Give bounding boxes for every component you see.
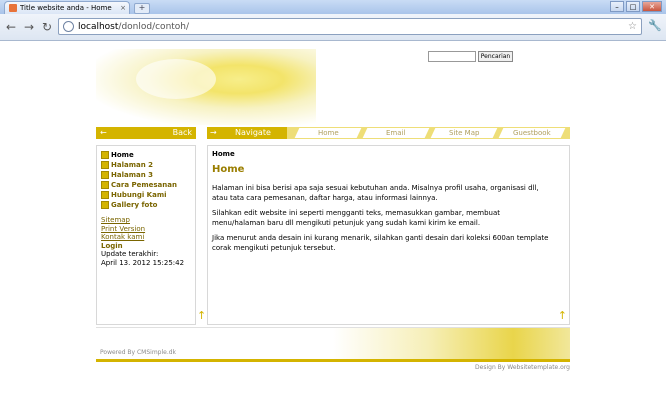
web-page: Pencarian ← Back → Navigate Home Email S… bbox=[96, 41, 570, 371]
url-text: localhost/donlod/contoh/ bbox=[78, 21, 190, 32]
search-input[interactable] bbox=[428, 51, 476, 62]
tab-close-icon[interactable]: × bbox=[120, 4, 126, 12]
forward-icon[interactable]: → bbox=[24, 20, 34, 34]
bookmark-star-icon[interactable]: ☆ bbox=[628, 21, 637, 32]
nav-link-email[interactable]: Email bbox=[362, 128, 430, 138]
breadcrumb: Home bbox=[212, 150, 235, 158]
nav-link-sitemap[interactable]: Site Map bbox=[430, 128, 498, 138]
sitemap-link[interactable]: Sitemap bbox=[101, 216, 184, 225]
scroll-top-icon[interactable]: ↑ bbox=[558, 309, 567, 322]
browser-toolbar: ← → ↻ localhost/donlod/contoh/ ☆ bbox=[0, 14, 666, 41]
nav-link-guestbook[interactable]: Guestbook bbox=[498, 128, 566, 138]
wrench-icon[interactable]: 🔧 bbox=[648, 19, 662, 32]
new-tab-button[interactable]: + bbox=[134, 3, 150, 14]
powered-by-text: Powered By CMSimple.dk bbox=[100, 349, 177, 356]
last-updated-label: Update terakhir: bbox=[101, 250, 159, 258]
menu-item-gallery-foto[interactable]: Gallery foto bbox=[101, 200, 177, 210]
menu-bullet-icon bbox=[101, 171, 109, 179]
menu-item-home[interactable]: Home bbox=[101, 150, 177, 160]
menu-item-halaman-3[interactable]: Halaman 3 bbox=[101, 170, 177, 180]
tab-title: Title website anda - Home bbox=[20, 4, 112, 12]
menu-item-halaman-2[interactable]: Halaman 2 bbox=[101, 160, 177, 170]
page-title: Home bbox=[212, 164, 245, 175]
back-label: Back bbox=[172, 128, 192, 137]
maximize-button[interactable]: □ bbox=[626, 1, 640, 12]
minimize-button[interactable]: – bbox=[610, 1, 624, 12]
menu-bullet-icon bbox=[101, 201, 109, 209]
navigate-label: Navigate bbox=[235, 128, 271, 137]
menu-bullet-icon bbox=[101, 161, 109, 169]
menu-item-hubungi-kami[interactable]: Hubungi Kami bbox=[101, 190, 177, 200]
favicon-icon bbox=[9, 4, 17, 12]
content-paragraph: Halaman ini bisa berisi apa saja sesuai … bbox=[212, 184, 539, 202]
content-paragraph: Silahkan edit website ini seperti mengga… bbox=[212, 209, 501, 227]
main-content: Home Home Halaman ini bisa berisi apa sa… bbox=[207, 145, 570, 325]
sidebar-links: Sitemap Print Version Kontak kami Login … bbox=[101, 216, 184, 267]
sidebar: Home Halaman 2 Halaman 3 Cara Pemesanan … bbox=[96, 145, 206, 325]
login-link[interactable]: Login bbox=[101, 242, 184, 251]
menu-bullet-icon bbox=[101, 191, 109, 199]
scroll-top-icon[interactable]: ↑ bbox=[197, 309, 206, 322]
menu-item-cara-pemesanan[interactable]: Cara Pemesanan bbox=[101, 180, 177, 190]
reload-icon[interactable]: ↻ bbox=[42, 20, 52, 34]
last-updated-date: April 13. 2012 15:25:42 bbox=[101, 258, 185, 267]
search-button[interactable]: Pencarian bbox=[478, 51, 513, 62]
back-link[interactable]: ← Back bbox=[96, 127, 196, 139]
contact-link[interactable]: Kontak kami bbox=[101, 233, 184, 242]
footer-divider bbox=[96, 359, 570, 362]
close-window-button[interactable]: ✕ bbox=[642, 1, 662, 12]
top-navigation: → Navigate Home Email Site Map Guestbook bbox=[207, 127, 570, 139]
footer: Powered By CMSimple.dk bbox=[96, 327, 570, 360]
back-icon[interactable]: ← bbox=[6, 20, 16, 34]
globe-icon bbox=[63, 21, 74, 32]
address-bar[interactable]: localhost/donlod/contoh/ ☆ bbox=[58, 18, 642, 35]
menu-bullet-icon bbox=[101, 181, 109, 189]
content-paragraph: Jika menurut anda desain ini kurang mena… bbox=[212, 234, 549, 252]
back-arrow-icon: ← bbox=[100, 128, 107, 137]
menu-bullet-icon bbox=[101, 151, 109, 159]
browser-titlebar: Title website anda - Home × + – □ ✕ bbox=[0, 0, 666, 14]
nav-link-home[interactable]: Home bbox=[294, 128, 362, 138]
design-credit: Design By Websitetemplate.org bbox=[475, 364, 570, 371]
print-version-link[interactable]: Print Version bbox=[101, 225, 184, 234]
header-banner-image bbox=[96, 49, 316, 125]
navigate-arrow-icon: → bbox=[210, 128, 217, 137]
side-menu: Home Halaman 2 Halaman 3 Cara Pemesanan … bbox=[101, 150, 177, 210]
browser-tab[interactable]: Title website anda - Home × bbox=[4, 1, 130, 14]
